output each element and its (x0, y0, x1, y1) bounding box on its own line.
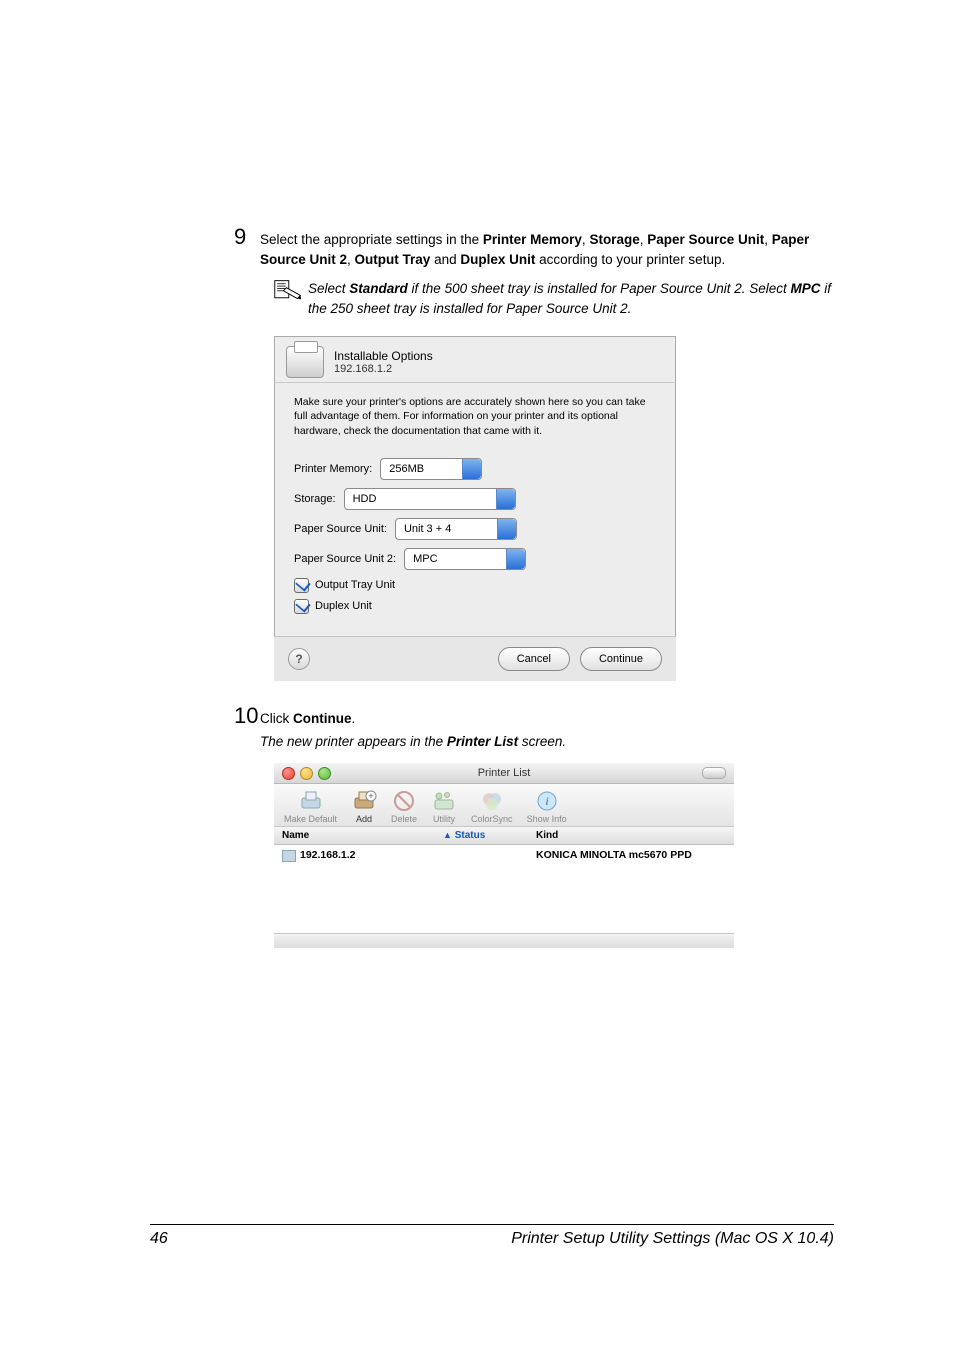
add-button[interactable]: +Add (351, 790, 377, 824)
step10-result: The new printer appears in the Printer L… (260, 734, 834, 749)
continue-button[interactable]: Continue (580, 647, 662, 671)
step-number-9: 9 (234, 224, 246, 250)
dialog-subtitle: 192.168.1.2 (334, 363, 433, 375)
paper-source-unit-label: Paper Source Unit: (294, 523, 387, 535)
printer-memory-label: Printer Memory: (294, 463, 372, 475)
svg-text:+: + (368, 791, 373, 801)
dialog-title: Installable Options (334, 349, 433, 363)
col-kind[interactable]: Kind (528, 827, 734, 844)
make-default-button[interactable]: Make Default (284, 790, 337, 824)
show-info-button[interactable]: iShow Info (527, 790, 567, 824)
output-tray-unit-checkbox[interactable]: Output Tray Unit (294, 578, 656, 593)
storage-select[interactable]: HDD (344, 488, 516, 510)
help-button[interactable]: ? (288, 648, 310, 670)
colorsync-button[interactable]: ColorSync (471, 790, 513, 824)
paper-source-unit-2-label: Paper Source Unit 2: (294, 553, 396, 565)
window-toolbar-toggle[interactable] (702, 767, 726, 779)
status-bar (274, 933, 734, 948)
paper-source-unit-2-select[interactable]: MPC (404, 548, 526, 570)
step-number-10: 10 (234, 703, 258, 729)
svg-text:i: i (545, 794, 548, 808)
dialog-info-text: Make sure your printer's options are acc… (274, 382, 676, 446)
installable-options-dialog: Installable Options 192.168.1.2 Make sur… (274, 336, 676, 681)
step10-text: Click Continue. (260, 709, 834, 729)
cancel-button[interactable]: Cancel (498, 647, 570, 671)
printer-memory-select[interactable]: 256MB (380, 458, 482, 480)
window-title: Printer List (274, 767, 734, 779)
utility-button[interactable]: Utility (431, 790, 457, 824)
step9-text: Select the appropriate settings in the P… (260, 230, 834, 269)
page-number: 46 (150, 1230, 168, 1248)
delete-button[interactable]: Delete (391, 790, 417, 824)
paper-source-unit-select[interactable]: Unit 3 + 4 (395, 518, 517, 540)
printer-icon (286, 346, 324, 378)
note-text: Select Standard if the 500 sheet tray is… (308, 279, 834, 318)
note-icon (274, 279, 308, 318)
col-name[interactable]: Name (274, 827, 432, 844)
printer-list-window: Printer List Make Default +Add Delete Ut… (274, 763, 734, 948)
col-status[interactable]: ▲ Status (432, 827, 528, 844)
duplex-unit-checkbox[interactable]: Duplex Unit (294, 599, 656, 614)
storage-label: Storage: (294, 493, 336, 505)
table-header: Name ▲ Status Kind (274, 827, 734, 845)
table-row[interactable]: 192.168.1.2 KONICA MINOLTA mc5670 PPD (274, 845, 734, 865)
footer-title: Printer Setup Utility Settings (Mac OS X… (511, 1230, 834, 1248)
